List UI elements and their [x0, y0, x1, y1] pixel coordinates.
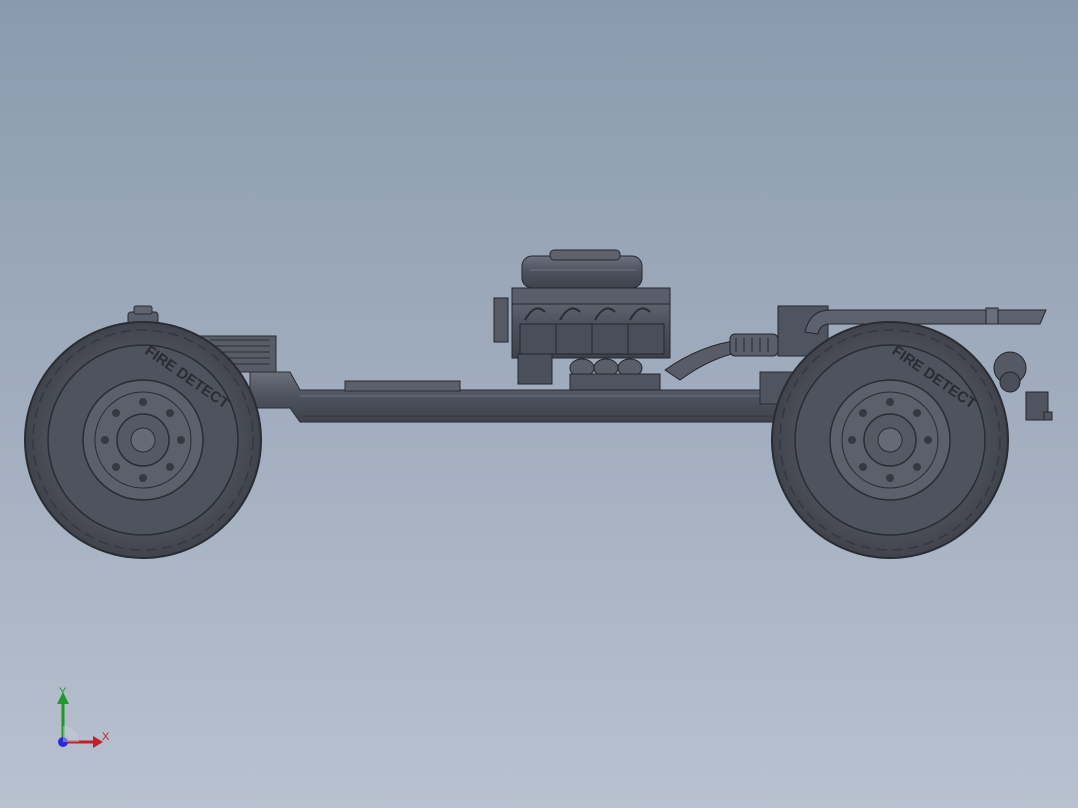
y-axis-label: Y: [59, 686, 67, 698]
rear-wheel: FIRE DETECT: [771, 321, 1009, 559]
x-axis-label: X: [102, 731, 110, 743]
graphics-viewport[interactable]: FIRE DETECT FIRE DETECT Y X: [0, 0, 1078, 808]
coordinate-triad: Y X: [40, 680, 130, 760]
rotation-arc: [63, 726, 79, 742]
model-view[interactable]: FIRE DETECT FIRE DETECT: [0, 0, 1078, 808]
front-wheel: FIRE DETECT: [24, 321, 262, 559]
